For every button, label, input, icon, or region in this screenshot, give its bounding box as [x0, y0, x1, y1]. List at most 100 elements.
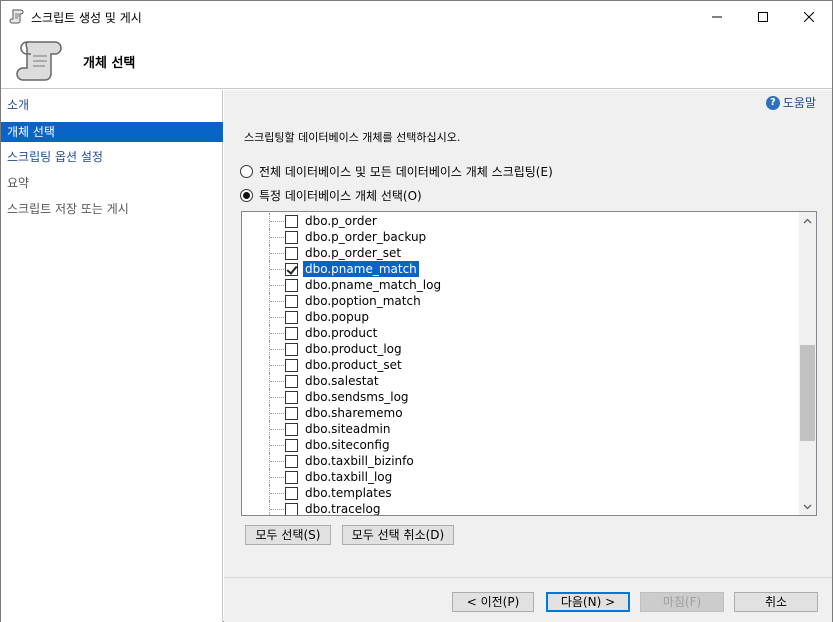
tree-row-checkbox[interactable]	[285, 311, 298, 324]
maximize-button[interactable]	[740, 1, 786, 32]
tree-row-checkbox[interactable]	[285, 439, 298, 452]
tree-row[interactable]: dbo.poption_match	[242, 293, 798, 309]
tree-row-checkbox[interactable]	[285, 503, 298, 515]
cancel-button[interactable]: 취소	[734, 592, 818, 612]
tree-row-checkbox[interactable]	[285, 423, 298, 436]
tree-row-checkbox[interactable]	[285, 455, 298, 468]
tree-scrollbar[interactable]	[799, 212, 816, 515]
tree-row-label[interactable]: dbo.pname_match_log	[303, 277, 443, 293]
tree-row[interactable]: dbo.tracelog	[242, 501, 798, 515]
tree-row[interactable]: dbo.sharememo	[242, 405, 798, 421]
tree-row[interactable]: dbo.product_set	[242, 357, 798, 373]
tree-row-label[interactable]: dbo.product_log	[303, 341, 404, 357]
tree-row-checkbox[interactable]	[285, 471, 298, 484]
tree-row-checkbox[interactable]	[285, 215, 298, 228]
select-all-button[interactable]: 모두 선택(S)	[245, 525, 331, 545]
tree-row-checkbox[interactable]	[285, 391, 298, 404]
tree-row[interactable]: dbo.taxbill_log	[242, 469, 798, 485]
tree-branch-line	[270, 317, 284, 318]
tree-row[interactable]: dbo.p_order_backup	[242, 229, 798, 245]
scroll-down-icon[interactable]	[799, 498, 816, 515]
instruction-text: 스크립팅할 데이터베이스 개체를 선택하십시오.	[244, 131, 461, 144]
tree-row[interactable]: dbo.popup	[242, 309, 798, 325]
tree-row-label[interactable]: dbo.pname_match	[302, 260, 420, 278]
radio-select-specific-objects[interactable]: 특정 데이터베이스 개체 선택(O)	[240, 187, 422, 204]
help-link[interactable]: ? 도움말	[765, 94, 816, 111]
tree-branch-line	[270, 429, 284, 430]
tree-row-label[interactable]: dbo.sharememo	[303, 405, 405, 421]
tree-row-checkbox[interactable]	[285, 359, 298, 372]
finish-button: 마침(F)	[640, 592, 724, 612]
tree-branch-line	[270, 509, 284, 510]
close-button[interactable]	[786, 1, 832, 32]
tree-row-label[interactable]: dbo.taxbill_log	[303, 469, 394, 485]
tree-row-label[interactable]: dbo.taxbill_bizinfo	[303, 453, 416, 469]
tree-row[interactable]: dbo.p_order	[242, 213, 798, 229]
tree-row-label[interactable]: dbo.siteconfig	[303, 437, 392, 453]
tree-row-checkbox[interactable]	[285, 343, 298, 356]
tree-branch-line	[270, 253, 284, 254]
next-button[interactable]: 다음(N) >	[546, 592, 630, 612]
previous-button[interactable]: < 이전(P)	[452, 592, 534, 612]
wizard-header: 개체 선택	[1, 32, 832, 89]
tree-row-checkbox[interactable]	[285, 375, 298, 388]
tree-branch-line	[270, 333, 284, 334]
tree-row[interactable]: dbo.product	[242, 325, 798, 341]
tree-row-checkbox[interactable]	[285, 295, 298, 308]
sidebar-item-scripting-options[interactable]: 스크립팅 옵션 설정	[1, 147, 223, 167]
tree-row-label[interactable]: dbo.product_set	[303, 357, 404, 373]
script-scroll-icon	[16, 41, 62, 81]
window-title: 스크립트 생성 및 게시	[31, 11, 142, 25]
tree-row[interactable]: dbo.pname_match_log	[242, 277, 798, 293]
tree-branch-line	[270, 397, 284, 398]
tree-branch-line	[270, 445, 284, 446]
tree-row[interactable]: dbo.salestat	[242, 373, 798, 389]
help-icon: ?	[765, 95, 780, 110]
scroll-thumb[interactable]	[800, 345, 815, 441]
radio-button[interactable]	[240, 189, 253, 202]
tree-row-checkbox[interactable]	[285, 231, 298, 244]
tree-row-checkbox[interactable]	[285, 327, 298, 340]
deselect-all-button[interactable]: 모두 선택 취소(D)	[342, 525, 454, 545]
tree-row[interactable]: dbo.product_log	[242, 341, 798, 357]
tree-row[interactable]: dbo.sendsms_log	[242, 389, 798, 405]
tree-row-label[interactable]: dbo.product	[303, 325, 379, 341]
radio-script-entire-database[interactable]: 전체 데이터베이스 및 모든 데이터베이스 개체 스크립팅(E)	[240, 163, 553, 180]
wizard-window: 스크립트 생성 및 게시 개체 선택 소개 개체 선택 스크립팅 옵션 설정 요…	[0, 0, 833, 622]
tree-row[interactable]: dbo.templates	[242, 485, 798, 501]
sidebar-item-intro[interactable]: 소개	[1, 95, 223, 115]
tree-row[interactable]: dbo.p_order_set	[242, 245, 798, 261]
tree-row[interactable]: dbo.pname_match	[242, 260, 798, 278]
tree-row-label[interactable]: dbo.popup	[303, 309, 371, 325]
tree-row-checkbox[interactable]	[285, 263, 298, 276]
tree-row-checkbox[interactable]	[285, 279, 298, 292]
tree-branch-line	[270, 477, 284, 478]
tree-row[interactable]: dbo.siteadmin	[242, 421, 798, 437]
tree-row-label[interactable]: dbo.salestat	[303, 373, 381, 389]
radio-button[interactable]	[240, 165, 253, 178]
tree-row[interactable]: dbo.siteconfig	[242, 437, 798, 453]
tree-row-label[interactable]: dbo.tracelog	[303, 501, 382, 515]
tree-branch-line	[270, 349, 284, 350]
tree-row-label[interactable]: dbo.siteadmin	[303, 421, 392, 437]
tree-branch-line	[270, 269, 284, 270]
tree-row-label[interactable]: dbo.sendsms_log	[303, 389, 411, 405]
tree-row-label[interactable]: dbo.p_order_backup	[303, 229, 428, 245]
tree-row-label[interactable]: dbo.p_order	[303, 213, 379, 229]
sidebar-item-select-objects[interactable]: 개체 선택	[1, 122, 223, 142]
maximize-icon	[758, 11, 768, 22]
tree-row[interactable]: dbo.taxbill_bizinfo	[242, 453, 798, 469]
tree-row-label[interactable]: dbo.poption_match	[303, 293, 423, 309]
tree-row-checkbox[interactable]	[285, 247, 298, 260]
minimize-button[interactable]	[694, 1, 740, 32]
tree-branch-line	[270, 221, 284, 222]
tree-branch-line	[270, 413, 284, 414]
tree-row-label[interactable]: dbo.p_order_set	[303, 245, 403, 261]
wizard-steps-sidebar: 소개 개체 선택 스크립팅 옵션 설정 요약 스크립트 저장 또는 게시	[1, 90, 223, 622]
tree-row-label[interactable]: dbo.templates	[303, 485, 394, 501]
object-tree[interactable]: dbo.p_order dbo.p_order_backup dbo.p_order…	[241, 211, 817, 516]
scroll-up-icon[interactable]	[799, 212, 816, 229]
tree-row-checkbox[interactable]	[285, 407, 298, 420]
tree-row-checkbox[interactable]	[285, 487, 298, 500]
tree-branch-line	[270, 493, 284, 494]
